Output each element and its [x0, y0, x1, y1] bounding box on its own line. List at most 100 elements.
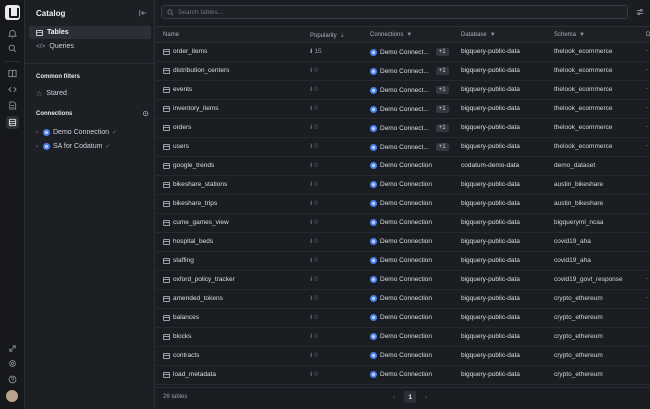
connection-cell[interactable]: Demo Connection	[370, 371, 432, 378]
sidebar-item-queries[interactable]: </> Queries	[29, 40, 151, 53]
table-name-cell[interactable]: hospital_beds	[163, 238, 213, 245]
next-page-icon[interactable]: ›	[425, 394, 427, 401]
table-row[interactable]: users ıll 0 Demo Connect... +1 bigquery-publi…	[155, 138, 650, 157]
extra-connections-badge[interactable]: +1	[435, 143, 449, 151]
sidebar-item-tables[interactable]: Tables	[29, 26, 151, 39]
table-row[interactable]: oxford_policy_tracker ıll 0 Demo Connection…	[155, 271, 650, 290]
popularity-cell: ıll 0	[310, 143, 318, 150]
table-name-cell[interactable]: blocks	[163, 333, 191, 340]
connections-settings-icon[interactable]	[142, 110, 149, 119]
table-row[interactable]: blocks ıll 0 Demo Connection bigquery-public…	[155, 328, 650, 347]
connection-cell[interactable]: Demo Connection	[370, 352, 432, 359]
table-row[interactable]: bikeshare_stations ıll 0 Demo Connection big…	[155, 176, 650, 195]
connection-cell[interactable]: Demo Connection	[370, 219, 432, 226]
connection-cell[interactable]: Demo Connect... +1	[370, 124, 449, 132]
table-row[interactable]: inventory_items ıll 0 Demo Connect... +1 bigq…	[155, 100, 650, 119]
table-row[interactable]: amended_tokens ıll 0 Demo Connection bigquer…	[155, 290, 650, 309]
filter-icon[interactable]: ▼	[490, 32, 496, 38]
bigquery-icon	[370, 371, 377, 378]
filter-icon[interactable]: ▼	[579, 32, 585, 38]
connection-cell[interactable]: Demo Connection	[370, 295, 432, 302]
search-icon[interactable]	[6, 42, 19, 55]
connection-cell[interactable]: Demo Connect... +1	[370, 143, 449, 151]
table-name-cell[interactable]: inventory_items	[163, 105, 219, 112]
table-row[interactable]: balances ıll 0 Demo Connection bigquery-publ…	[155, 309, 650, 328]
table-row[interactable]: events ıll 0 Demo Connect... +1 bigquery-publ…	[155, 81, 650, 100]
table-row[interactable]: distribution_centers ıll 0 Demo Connect... +…	[155, 62, 650, 81]
search-input[interactable]	[178, 8, 578, 16]
user-avatar[interactable]	[6, 390, 18, 402]
table-name-cell[interactable]: distribution_centers	[163, 67, 229, 74]
connection-sa-codatum[interactable]: › SA for Codatum ✓	[36, 141, 110, 152]
code-icon[interactable]	[6, 83, 19, 96]
table-row[interactable]: google_trends ıll 0 Demo Connection codatum-…	[155, 157, 650, 176]
connection-cell[interactable]: Demo Connect... +1	[370, 86, 449, 94]
table-name-cell[interactable]: google_trends	[163, 162, 214, 169]
extra-connections-badge[interactable]: +1	[435, 124, 449, 132]
extra-connections-badge[interactable]: +1	[435, 105, 449, 113]
table-row[interactable]: orders ıll 0 Demo Connect... +1 bigquery-publ…	[155, 119, 650, 138]
help-icon[interactable]	[6, 373, 19, 386]
prev-page-icon[interactable]: ‹	[393, 394, 395, 401]
connection-cell[interactable]: Demo Connect... +1	[370, 48, 449, 56]
table-row[interactable]: order_items ıll 15 Demo Connect... +1 bigquer…	[155, 43, 650, 62]
table-row[interactable]: bikeshare_trips ıll 0 Demo Connection bigque…	[155, 195, 650, 214]
column-schema[interactable]: Schema ▼	[554, 32, 585, 38]
table-row[interactable]: staffing ıll 0 Demo Connection bigquery-publ…	[155, 252, 650, 271]
table-name-cell[interactable]: bikeshare_trips	[163, 200, 217, 207]
connection-cell[interactable]: Demo Connection	[370, 181, 432, 188]
search-bar[interactable]	[161, 5, 628, 19]
bell-icon[interactable]	[6, 27, 19, 40]
table-name-cell[interactable]: orders	[163, 124, 191, 131]
column-connections[interactable]: Connections ▼	[370, 32, 412, 38]
column-popularity[interactable]: Popularity ⇣	[310, 32, 345, 40]
table-name-cell[interactable]: order_items	[163, 48, 207, 55]
book-icon[interactable]	[6, 67, 19, 80]
table-name-cell[interactable]: users	[163, 143, 189, 150]
settings-icon[interactable]	[6, 357, 19, 370]
table-name-cell[interactable]: amended_tokens	[163, 295, 223, 302]
page-number[interactable]: 1	[404, 391, 417, 403]
table-name-cell[interactable]: bikeshare_stations	[163, 181, 227, 188]
filter-settings-icon[interactable]	[636, 8, 644, 18]
table-name-cell[interactable]: load_metadata	[163, 371, 216, 378]
table-row[interactable]: cume_games_view ıll 0 Demo Connection bigque…	[155, 214, 650, 233]
connection-cell[interactable]: Demo Connect... +1	[370, 67, 449, 75]
file-icon[interactable]	[6, 99, 19, 112]
table-name-cell[interactable]: balances	[163, 314, 199, 321]
database-icon[interactable]	[6, 116, 19, 129]
puzzle-icon[interactable]	[6, 342, 19, 355]
table-name-cell[interactable]: staffing	[163, 257, 194, 264]
column-database[interactable]: Database ▼	[461, 32, 496, 38]
connection-demo[interactable]: › Demo Connection ✓	[36, 127, 117, 138]
extra-connections-badge[interactable]: +1	[435, 48, 449, 56]
table-name-cell[interactable]: oxford_policy_tracker	[163, 276, 235, 283]
column-extra[interactable]: D	[646, 32, 650, 38]
table-row[interactable]: load_metadata ıll 0 Demo Connection bigquery…	[155, 366, 650, 385]
extra-connections-badge[interactable]: +1	[435, 86, 449, 94]
table-name-cell[interactable]: cume_games_view	[163, 219, 229, 226]
chevron-right-icon[interactable]: ›	[36, 130, 40, 136]
connection-cell[interactable]: Demo Connection	[370, 314, 432, 321]
connection-cell[interactable]: Demo Connection	[370, 238, 432, 245]
connection-cell[interactable]: Demo Connection	[370, 257, 432, 264]
connection-cell[interactable]: Demo Connection	[370, 333, 432, 340]
extra-connections-badge[interactable]: +1	[435, 67, 449, 75]
table-name-cell[interactable]: events	[163, 86, 192, 93]
connection-cell[interactable]: Demo Connection	[370, 200, 432, 207]
connection-cell[interactable]: Demo Connection	[370, 162, 432, 169]
sort-desc-icon[interactable]: ⇣	[340, 32, 345, 39]
table-row[interactable]: contracts ıll 0 Demo Connection bigquery-pub…	[155, 347, 650, 366]
app-logo[interactable]	[5, 5, 20, 20]
connection-cell[interactable]: Demo Connection	[370, 276, 432, 283]
connection-name: Demo Connection	[380, 371, 433, 378]
connection-cell[interactable]: Demo Connect... +1	[370, 105, 449, 113]
table-name-cell[interactable]: contracts	[163, 352, 199, 359]
filter-starred[interactable]: ☆ Stared	[29, 87, 151, 100]
table-row[interactable]: hospital_beds ıll 0 Demo Connection bigquery…	[155, 233, 650, 252]
collapse-sidebar-icon[interactable]	[139, 9, 147, 19]
popularity-bars-icon: ıll	[310, 67, 313, 74]
column-name[interactable]: Name	[163, 32, 179, 38]
chevron-right-icon[interactable]: ›	[36, 144, 40, 150]
filter-icon[interactable]: ▼	[406, 32, 412, 38]
